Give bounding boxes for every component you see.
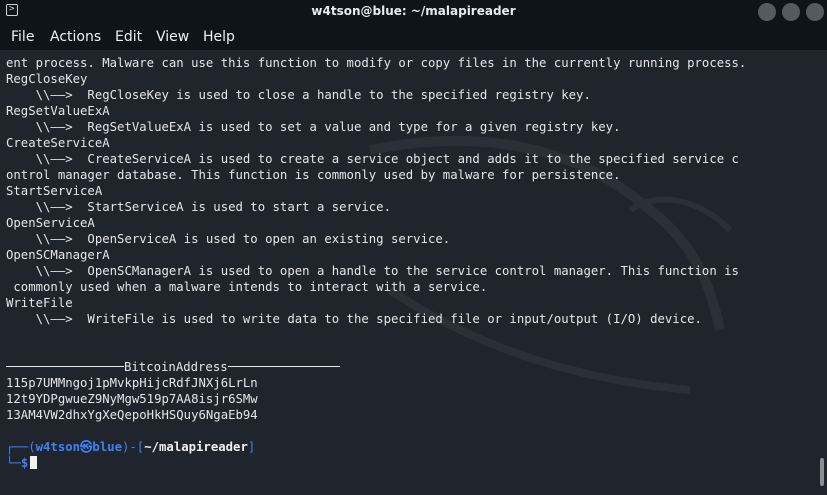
- prompt-host: blue: [92, 440, 122, 454]
- close-button[interactable]: [806, 3, 824, 21]
- prompt-path: ~/malapireader: [144, 440, 248, 454]
- terminal-line: OpenServiceA: [6, 216, 95, 230]
- menu-help[interactable]: Help: [203, 29, 235, 45]
- terminal-line: ontrol manager database. This function i…: [6, 168, 621, 182]
- terminal-line: CreateServiceA: [6, 136, 110, 150]
- title-bar: > w4tson@blue: ~/malapireader: [0, 0, 827, 24]
- bitcoin-address: 12t9YDPgwueZ9NyMgw519p7AA8isjr6SMw: [6, 392, 258, 406]
- bitcoin-address: 115p7UMMngoj1pMvkpHijcRdfJNXj6LrLn: [6, 376, 258, 390]
- prompt-line: ┌──(w4tson㉿blue)-[~/malapireader]: [6, 440, 256, 454]
- text-cursor: [30, 456, 38, 469]
- menu-view[interactable]: View: [156, 29, 189, 45]
- prompt-input-line[interactable]: └─$: [6, 455, 38, 471]
- terminal-line: commonly used when a malware intends to …: [6, 280, 488, 294]
- prompt-at-symbol: ㉿: [80, 440, 93, 454]
- terminal-line: WriteFile: [6, 296, 73, 310]
- menu-actions[interactable]: Actions: [50, 29, 101, 45]
- terminal-line: OpenSCManagerA: [6, 248, 110, 262]
- terminal-line: \\——> CreateServiceA is used to create a…: [6, 152, 739, 166]
- terminal-line: \\——> RegSetValueExA is used to set a va…: [6, 120, 621, 134]
- minimize-button[interactable]: [758, 3, 776, 21]
- terminal-line: RegSetValueExA: [6, 104, 110, 118]
- terminal-line: RegCloseKey: [6, 72, 88, 86]
- terminal-output[interactable]: ent process. Malware can use this functi…: [0, 50, 827, 495]
- menu-file[interactable]: File: [11, 29, 34, 45]
- terminal-line: \\——> OpenSCManagerA is used to open a h…: [6, 264, 739, 278]
- menu-edit[interactable]: Edit: [115, 29, 142, 45]
- bitcoin-header: BitcoinAddress: [124, 360, 228, 374]
- terminal-line: \\——> StartServiceA is used to start a s…: [6, 200, 391, 214]
- terminal-line: ent process. Malware can use this functi…: [6, 56, 747, 70]
- prompt-user: w4tson: [35, 440, 81, 454]
- window-title: w4tson@blue: ~/malapireader: [311, 4, 516, 18]
- terminal-line: \\——> OpenServiceA is used to open an ex…: [6, 232, 451, 246]
- bitcoin-address: 13AM4VW2dhxYgXeQepoHkHSQuy6NgaEb94: [6, 408, 258, 422]
- terminal-line: StartServiceA: [6, 184, 103, 198]
- terminal-line: \\——> RegCloseKey is used to close a han…: [6, 88, 591, 102]
- menu-bar: File Actions Edit View Help: [0, 24, 827, 50]
- scrollbar[interactable]: [820, 458, 824, 486]
- bitcoin-header-row: BitcoinAddress: [6, 359, 340, 375]
- maximize-button[interactable]: [782, 3, 800, 21]
- prompt-dollar: $: [20, 456, 29, 470]
- terminal-line: \\——> WriteFile is used to write data to…: [6, 312, 702, 326]
